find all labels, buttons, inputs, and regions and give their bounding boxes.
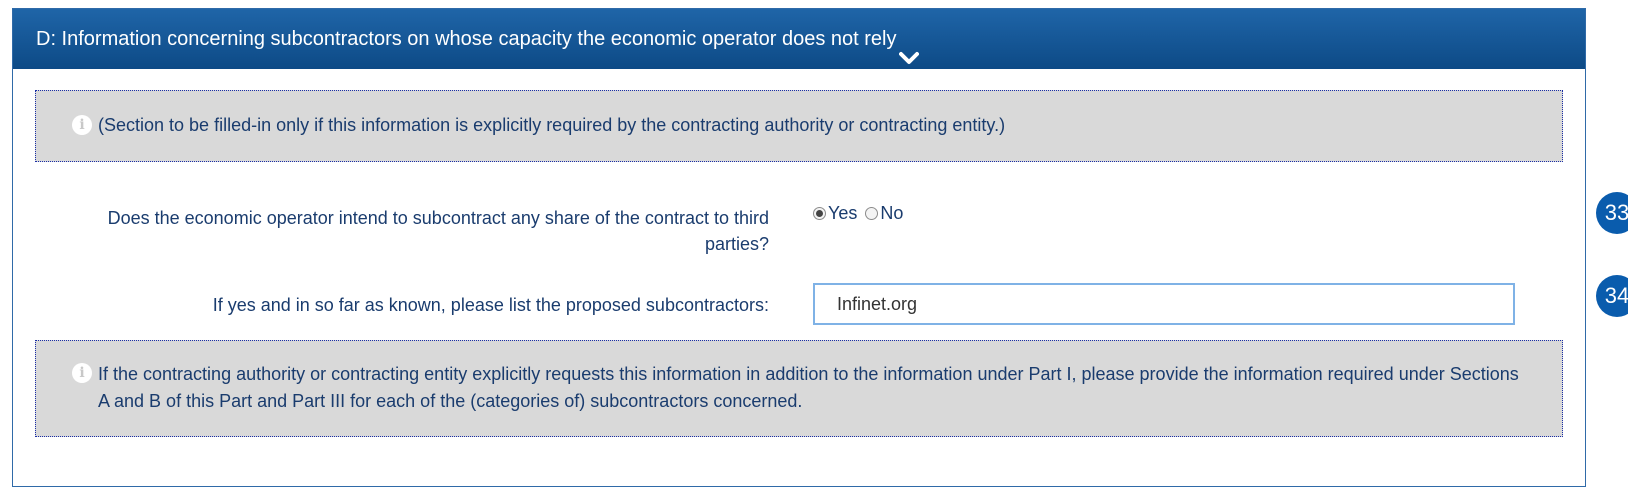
subcontractors-list-label: If yes and in so far as known, please li… <box>212 295 769 315</box>
yes-radio[interactable] <box>813 207 826 220</box>
subcontractors-list-input[interactable] <box>813 283 1515 325</box>
info-icon: i <box>72 363 92 383</box>
subcontract-radio-group: Yes No <box>813 203 903 224</box>
bottom-info-box: i If the contracting authority or contra… <box>35 340 1563 437</box>
section-header[interactable]: D: Information concerning subcontractors… <box>13 9 1585 69</box>
no-radio-label[interactable]: No <box>880 203 903 223</box>
chevron-down-icon[interactable] <box>899 29 920 89</box>
info-icon: i <box>72 115 92 135</box>
yes-radio-label[interactable]: Yes <box>828 203 857 223</box>
annotation-badge-34: 34 <box>1596 275 1628 317</box>
subcontract-question-label: Does the economic operator intend to sub… <box>107 208 769 254</box>
annotation-badge-33: 33 <box>1596 192 1628 234</box>
section-panel: D: Information concerning subcontractors… <box>12 8 1586 487</box>
no-radio[interactable] <box>865 207 879 220</box>
top-info-text: (Section to be filled-in only if this in… <box>98 115 1006 135</box>
top-info-box: i (Section to be filled-in only if this … <box>35 90 1563 162</box>
section-header-title: D: Information concerning subcontractors… <box>36 28 897 50</box>
bottom-info-text: If the contracting authority or contract… <box>98 364 1519 411</box>
